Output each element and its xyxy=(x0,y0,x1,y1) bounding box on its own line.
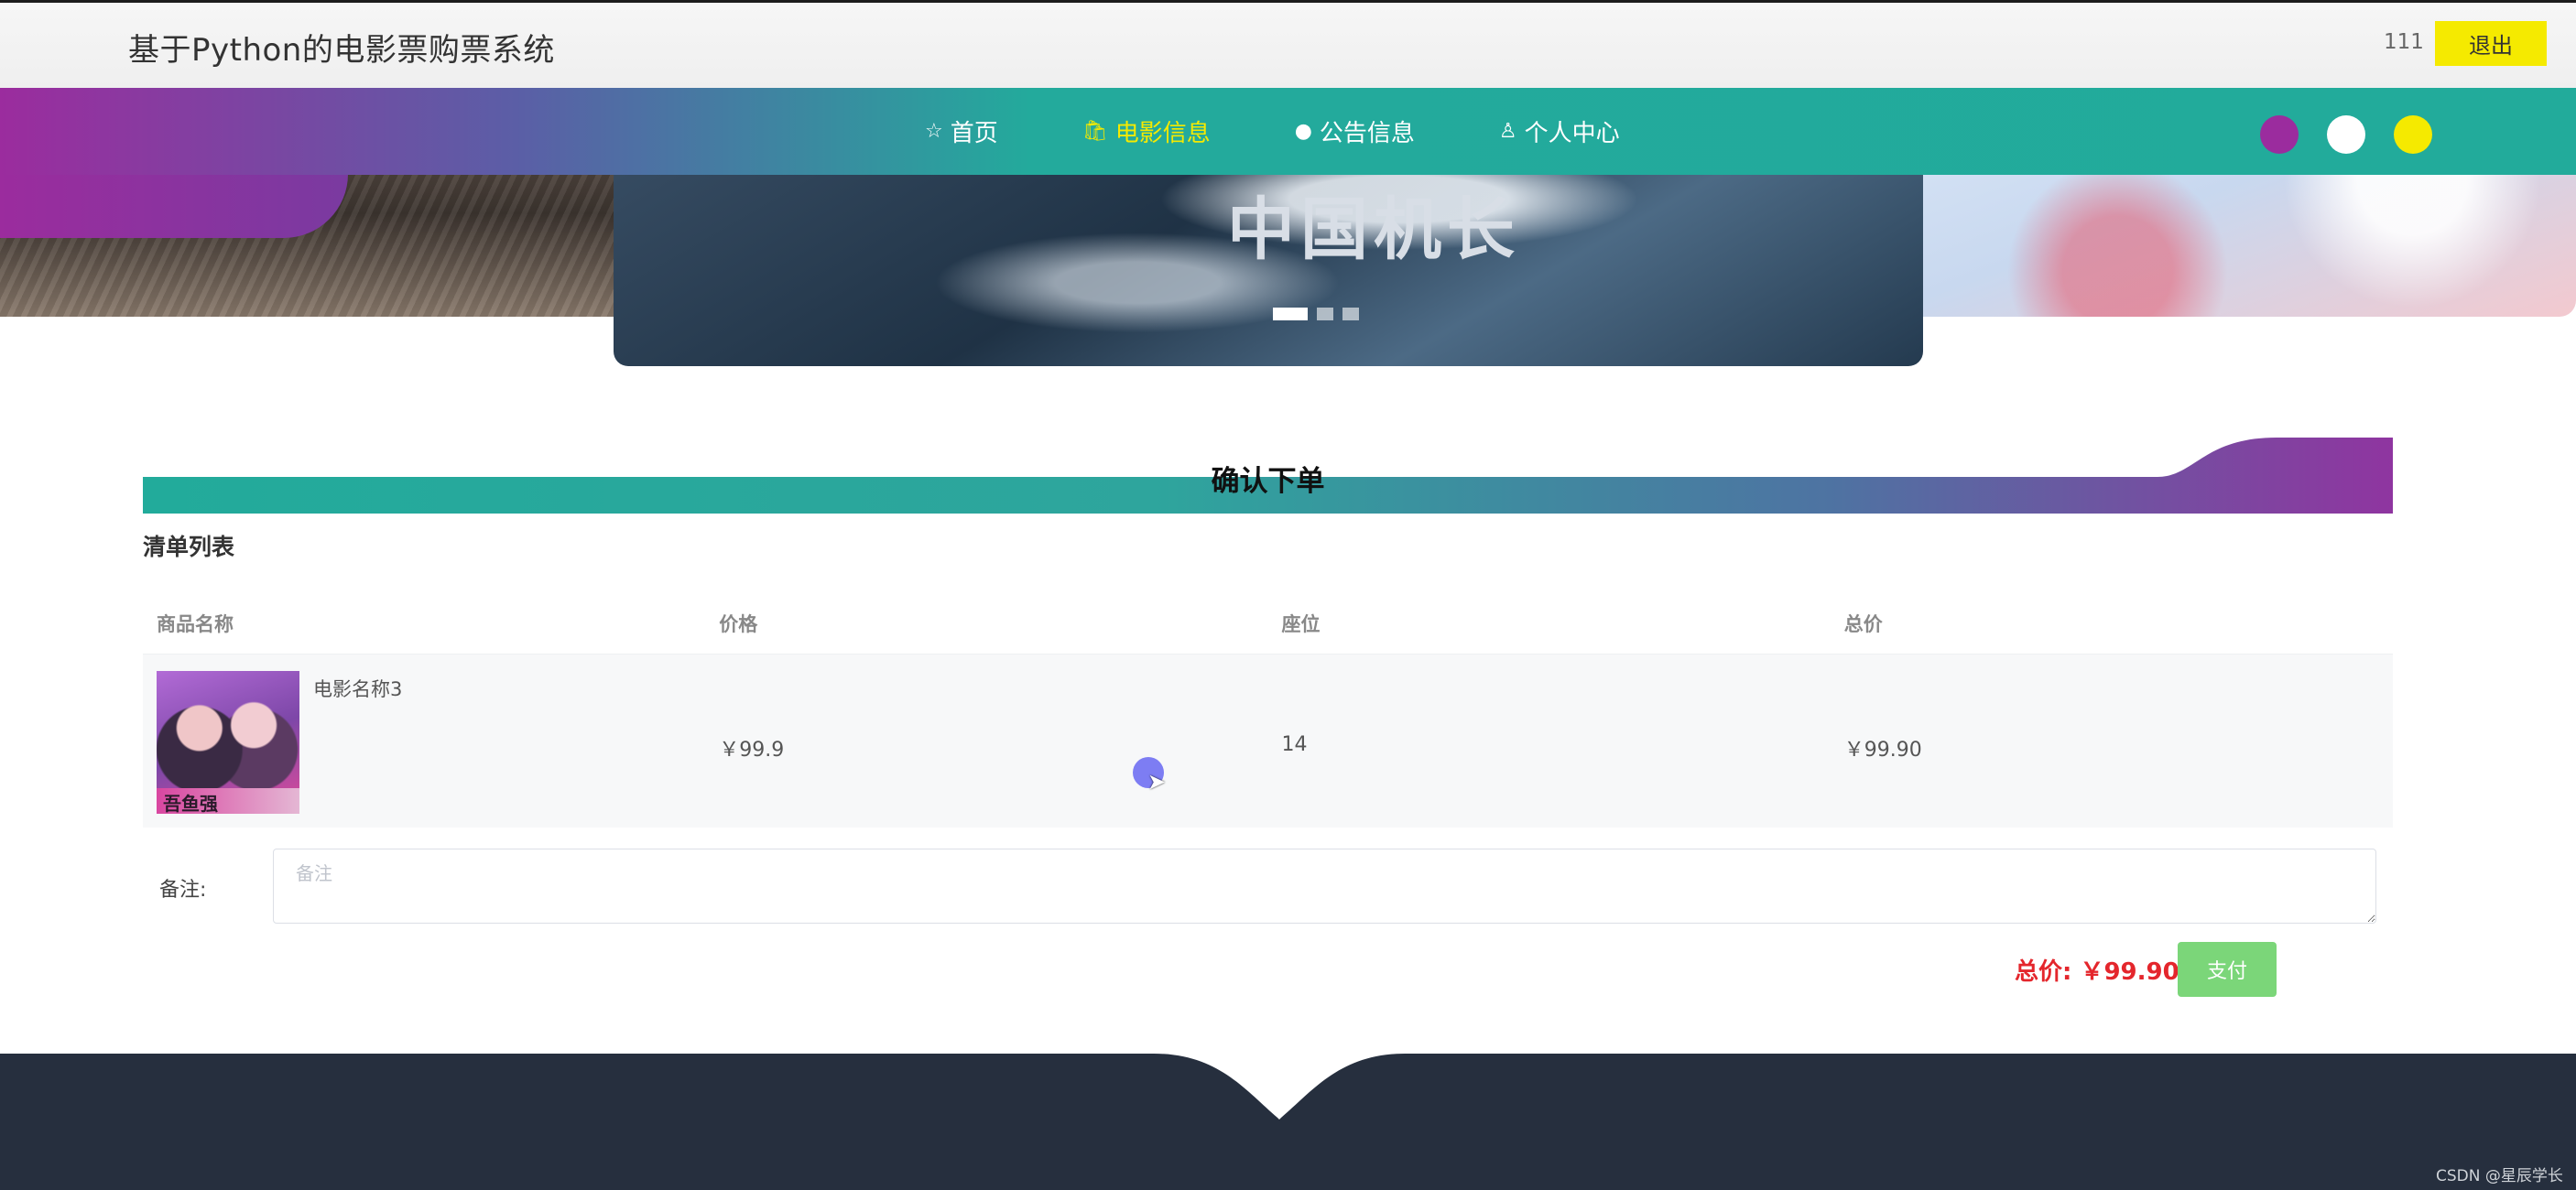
price-cell: ￥99.9 xyxy=(705,654,1267,828)
remark-input[interactable] xyxy=(273,849,2376,924)
column-header-price: 价格 xyxy=(719,613,758,635)
table-row: 吾鱼强 电影名称3 ￥99.9 14 ￥99.90 xyxy=(143,654,2393,828)
page: 基于Python的电影票购票系统 111 退出 中国机长 ☆ 首页 🛍 电影信息 xyxy=(0,0,2576,1190)
pay-button[interactable]: 支付 xyxy=(2178,942,2277,997)
nav-items: ☆ 首页 🛍 电影信息 ● 公告信息 ♙ 个人中心 xyxy=(925,88,1704,175)
column-header-seat: 座位 xyxy=(1281,613,1321,635)
nav-item-announcements[interactable]: ● 公告信息 xyxy=(1295,114,1415,148)
seat-cell: 14 xyxy=(1268,654,1831,828)
carousel-dot-3[interactable] xyxy=(1342,308,1359,320)
nav-item-profile[interactable]: ♙ 个人中心 xyxy=(1499,114,1620,148)
order-table: 商品名称 价格 座位 总价 吾鱼强 电影名称3 ￥99.9 14 ￥99.90 xyxy=(143,593,2393,828)
watermark: CSDN @星辰学长 xyxy=(2436,1167,2563,1185)
username[interactable]: 111 xyxy=(2384,30,2424,54)
bag-icon: 🛍 xyxy=(1081,120,1108,143)
order-total: 总价: ￥99.90 xyxy=(2015,958,2179,986)
user-icon: ♙ xyxy=(1498,120,1517,143)
top-bar: 基于Python的电影票购票系统 111 退出 xyxy=(0,0,2576,88)
column-header-product: 商品名称 xyxy=(157,613,234,635)
site-title: 基于Python的电影票购票系统 xyxy=(128,32,555,69)
list-title: 清单列表 xyxy=(143,534,235,560)
banner-caption: 中国机长 xyxy=(1227,190,1520,269)
column-header-total: 总价 xyxy=(1843,613,1883,635)
footer-shape xyxy=(0,1054,2576,1190)
main-nav: ☆ 首页 🛍 电影信息 ● 公告信息 ♙ 个人中心 xyxy=(0,88,2576,175)
table-header: 商品名称 价格 座位 总价 xyxy=(143,593,2393,654)
price-value: ￥99.9 xyxy=(719,739,785,762)
carousel-indicators xyxy=(1273,308,1359,320)
nav-decoration xyxy=(0,174,348,238)
section-title: 确认下单 xyxy=(1211,465,1325,498)
info-icon: ● xyxy=(1294,120,1312,143)
total-cell: ￥99.90 xyxy=(1831,654,2393,828)
product-cell: 吾鱼强 电影名称3 xyxy=(143,654,705,828)
carousel-dot-1[interactable] xyxy=(1273,308,1308,320)
nav-item-home[interactable]: ☆ 首页 xyxy=(925,114,998,148)
remark-label: 备注: xyxy=(159,879,207,902)
nav-item-label: 电影信息 xyxy=(1114,120,1211,147)
theme-swatch-purple[interactable] xyxy=(2260,115,2299,154)
nav-item-label: 首页 xyxy=(950,120,998,147)
nav-item-movies[interactable]: 🛍 电影信息 xyxy=(1082,114,1211,148)
nav-item-label: 公告信息 xyxy=(1319,120,1415,147)
footer xyxy=(0,1054,2576,1190)
logout-button[interactable]: 退出 xyxy=(2435,21,2547,66)
poster-text: 吾鱼强 xyxy=(163,793,218,815)
carousel-dot-2[interactable] xyxy=(1317,308,1333,320)
movie-name: 电影名称3 xyxy=(313,678,403,700)
nav-item-label: 个人中心 xyxy=(1524,120,1620,147)
star-icon: ☆ xyxy=(925,120,943,143)
row-total-value: ￥99.90 xyxy=(1843,739,1922,762)
theme-swatch-white[interactable] xyxy=(2327,115,2365,154)
seat-value: 14 xyxy=(1281,733,1308,756)
theme-swatch-yellow[interactable] xyxy=(2394,115,2432,154)
cursor-arrow-icon: ➤ xyxy=(1147,769,1167,795)
section-header: 确认下单 xyxy=(143,438,2393,514)
